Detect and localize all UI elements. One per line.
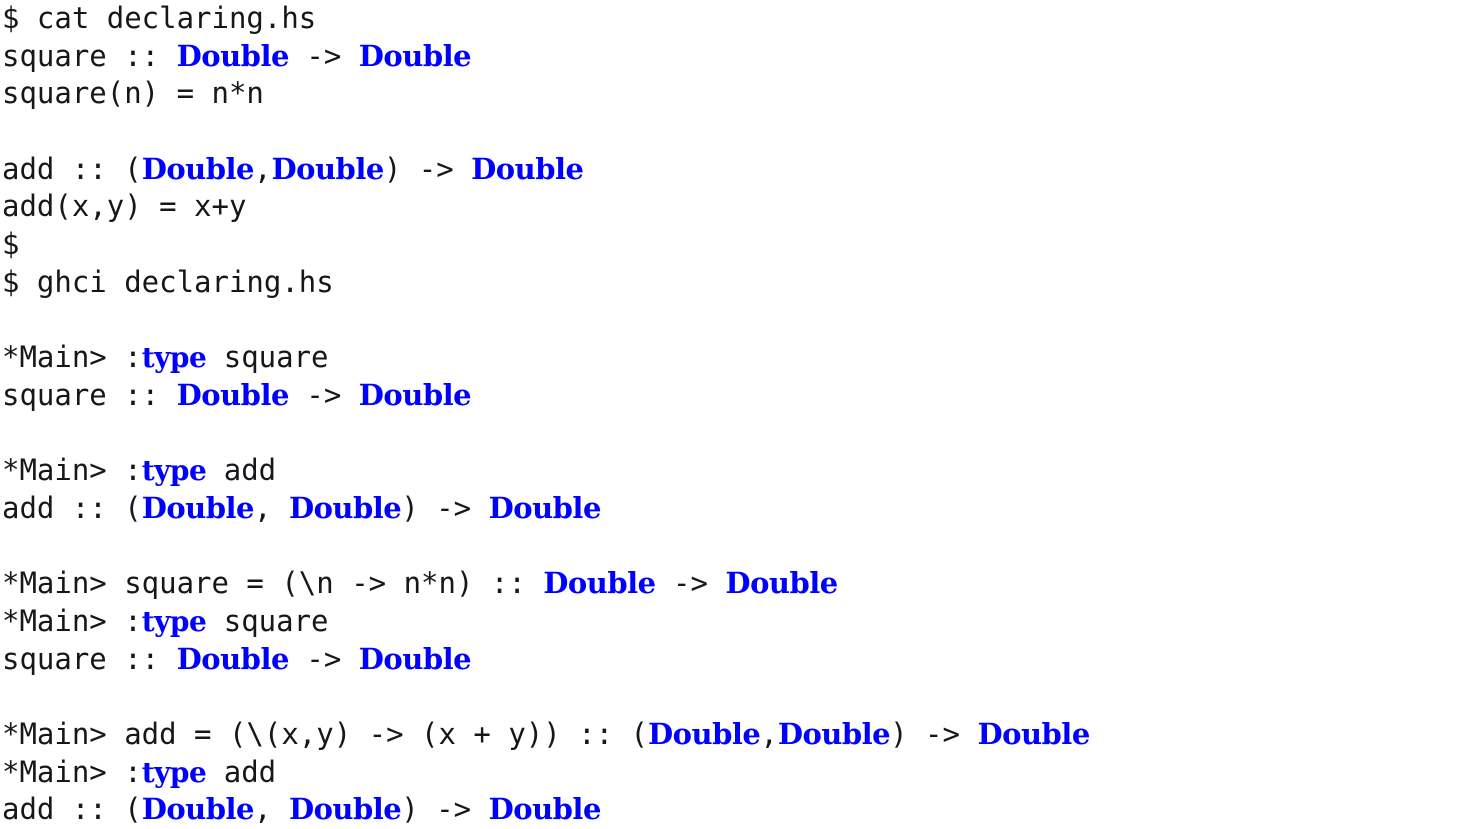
haskell-type-name: Double [648,717,761,752]
terminal-text: -> [288,38,359,73]
ghci-command-type-add: *Main> :type add [0,754,1470,792]
shell-command-ghci: $ ghci declaring.hs [0,264,1470,302]
haskell-type-name: Double [471,151,584,186]
shell-prompt-empty: $ [0,226,1470,264]
terminal-text: square [206,340,329,375]
haskell-type-name: Double [725,566,838,601]
haskell-type-name: Double [288,490,402,525]
ghci-output-add-type: add :: (Double, Double) -> Double [0,490,1470,528]
haskell-type-name: Double [141,151,255,186]
haskell-type-name: Double [488,792,602,827]
terminal-text: square(n) = n*n [2,76,264,111]
terminal-text: ) -> [401,490,489,525]
haskell-type-name: Double [288,792,402,827]
terminal-text: *Main> : [2,453,142,488]
ghci-command-square-lambda-binding: *Main> square = (\n -> n*n) :: Double ->… [0,565,1470,603]
terminal-text: *Main> : [2,340,142,375]
terminal-text: *Main> : [2,604,142,638]
haskell-type-name: Double [358,377,472,412]
ghci-command-type-add: *Main> :type add [0,452,1470,490]
haskell-type-name: Double [358,641,472,676]
haskell-type-name: Double [977,717,1090,752]
file-add-type-signature: add :: (Double,Double) -> Double [0,151,1470,189]
terminal-transcript: $ cat declaring.hs square :: Double -> Do… [0,0,1470,826]
haskell-type-name: Double [543,566,656,601]
terminal-text: add :: ( [2,792,142,827]
ghci-command-add-lambda-binding: *Main> add = (\(x,y) -> (x + y)) :: (Dou… [0,716,1470,754]
haskell-type-name: Double [141,490,255,525]
terminal-text: *Main> square = (\n -> n*n) :: [2,566,544,601]
terminal-text: ) -> [383,151,472,186]
terminal-text: add [206,754,277,789]
shell-command-cat: $ cat declaring.hs [0,0,1470,38]
terminal-text: $ cat declaring.hs [2,1,317,35]
terminal-text: add :: ( [2,490,142,525]
terminal-text: -> [288,377,359,412]
haskell-type-name: Double [176,641,290,676]
terminal-text: add :: ( [2,151,142,186]
terminal-text: , [760,717,778,752]
terminal-text: square :: [2,377,177,412]
haskell-type-name: Double [176,38,290,73]
haskell-type-name: Double [271,151,384,186]
ghci-keyword: type [141,454,207,488]
terminal-text: *Main> : [2,754,142,789]
haskell-type-name: Double [141,792,255,827]
ghci-keyword: type [141,341,207,375]
terminal-text: square :: [2,38,177,73]
terminal-text: $ [2,227,20,262]
terminal-text: square [206,604,329,638]
terminal-text: , [254,792,289,827]
ghci-output-square-type: square :: Double -> Double [0,641,1470,679]
ghci-keyword: type [141,605,207,638]
file-square-type-signature: square :: Double -> Double [0,38,1470,76]
file-add-definition: add(x,y) = x+y [0,188,1470,226]
terminal-text: *Main> add = (\(x,y) -> (x + y)) :: ( [2,717,649,752]
terminal-text: $ ghci declaring.hs [2,264,334,299]
terminal-text: , [254,151,272,186]
terminal-text: , [254,490,289,525]
haskell-type-name: Double [358,38,472,73]
haskell-type-name: Double [777,717,891,752]
file-square-definition: square(n) = n*n [0,75,1470,113]
terminal-text: ) -> [401,792,489,827]
ghci-command-type-square: *Main> :type square [0,603,1470,641]
haskell-type-name: Double [488,490,602,525]
terminal-text: add(x,y) = x+y [2,189,247,224]
ghci-output-add-type: add :: (Double, Double) -> Double [0,791,1470,829]
haskell-type-name: Double [176,377,290,412]
ghci-keyword: type [141,755,207,789]
terminal-text: -> [655,566,726,601]
terminal-text: add [206,453,277,488]
ghci-command-type-square: *Main> :type square [0,339,1470,377]
terminal-text: square :: [2,641,177,676]
terminal-text: ) -> [890,717,978,752]
ghci-output-square-type: square :: Double -> Double [0,377,1470,415]
terminal-text: -> [288,641,359,676]
